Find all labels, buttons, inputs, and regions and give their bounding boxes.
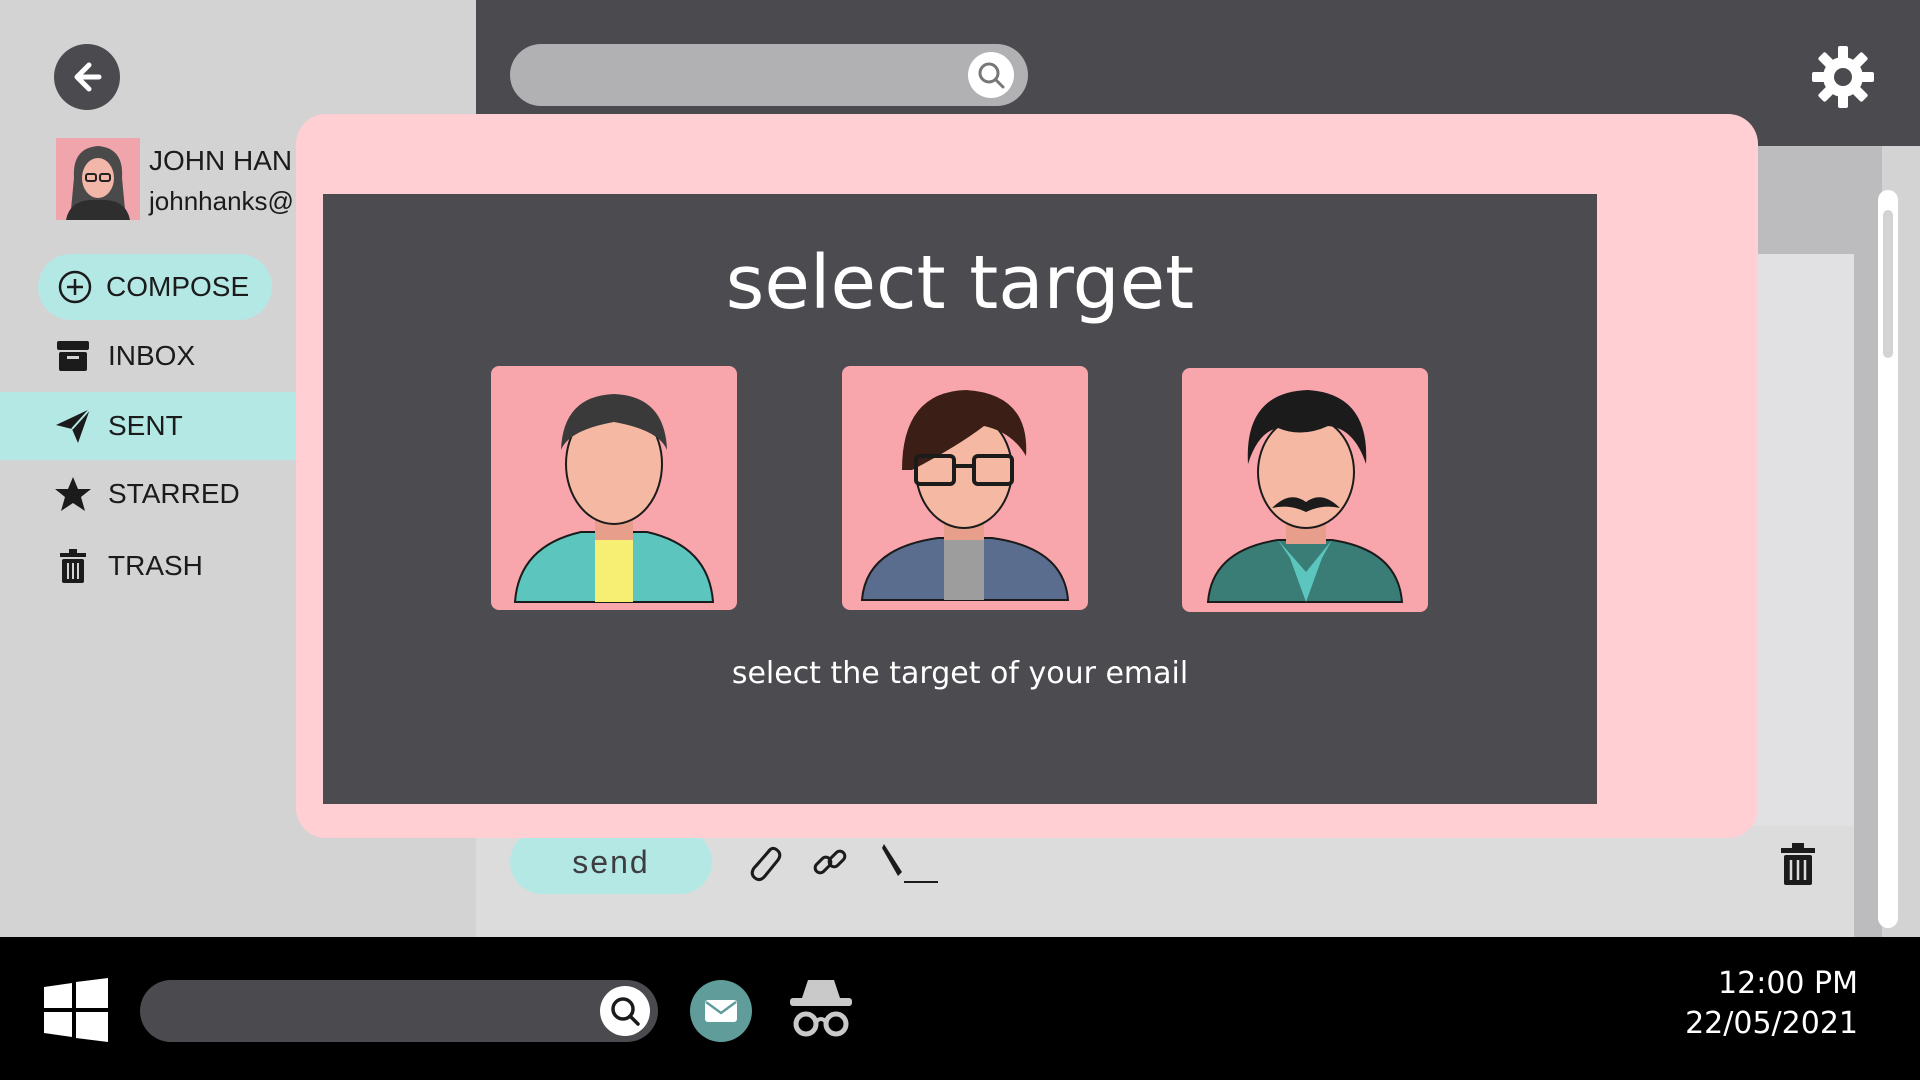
sidebar-item-label: STARRED [108, 478, 240, 509]
taskbar-search-input[interactable] [140, 980, 658, 1042]
mail-app-icon[interactable] [690, 980, 752, 1042]
sidebar-item-label: SENT [108, 410, 183, 441]
profile-name: JOHN HAN [149, 145, 293, 176]
man-avatar-glasses [860, 390, 1070, 601]
man-avatar-mustache [1206, 390, 1404, 603]
compose-label: COMPOSE [106, 271, 250, 302]
clock-time: 12:00 PM [1718, 966, 1858, 1001]
link-icon[interactable] [808, 840, 852, 884]
archive-icon [54, 337, 92, 375]
delete-icon[interactable] [1778, 842, 1818, 886]
arrow-left-icon [74, 62, 102, 92]
dialog-subtitle: select the target of your email [731, 656, 1189, 691]
back-button[interactable] [54, 44, 120, 110]
paperclip-icon[interactable] [742, 840, 786, 884]
pen-signature-icon[interactable] [880, 840, 942, 884]
target-option-1[interactable] [491, 366, 737, 610]
sidebar-item-label: INBOX [108, 340, 196, 371]
search-icon[interactable] [600, 986, 650, 1036]
search-input[interactable] [510, 44, 1028, 106]
windows-start-icon[interactable] [44, 978, 108, 1042]
sidebar-item-inbox[interactable]: INBOX [0, 322, 296, 390]
plus-circle-icon [58, 270, 92, 304]
star-icon [54, 475, 92, 513]
search-icon[interactable] [968, 52, 1014, 98]
sidebar-item-label: TRASH [108, 550, 203, 581]
target-option-3[interactable] [1182, 368, 1428, 612]
sidebar-item-sent[interactable]: SENT [0, 392, 296, 460]
envelope-icon [705, 1000, 737, 1022]
trash-icon [54, 547, 92, 585]
spy-incognito-icon[interactable] [786, 976, 856, 1042]
profile-email: johnhanks@ [149, 186, 294, 216]
sidebar-item-trash[interactable]: TRASH [0, 532, 296, 600]
compose-button[interactable]: COMPOSE [38, 254, 272, 320]
paper-plane-icon [54, 407, 92, 445]
target-option-2[interactable] [842, 366, 1088, 610]
scrollbar-thumb[interactable] [1883, 210, 1893, 358]
sidebar-item-starred[interactable]: STARRED [0, 460, 296, 528]
clock-date: 22/05/2021 [1685, 1006, 1858, 1041]
dialog-title: select target [725, 240, 1195, 326]
man-avatar-yellow-shirt [513, 394, 715, 603]
gear-icon[interactable] [1810, 44, 1876, 110]
avatar [56, 138, 140, 220]
send-button[interactable]: send [510, 830, 712, 894]
